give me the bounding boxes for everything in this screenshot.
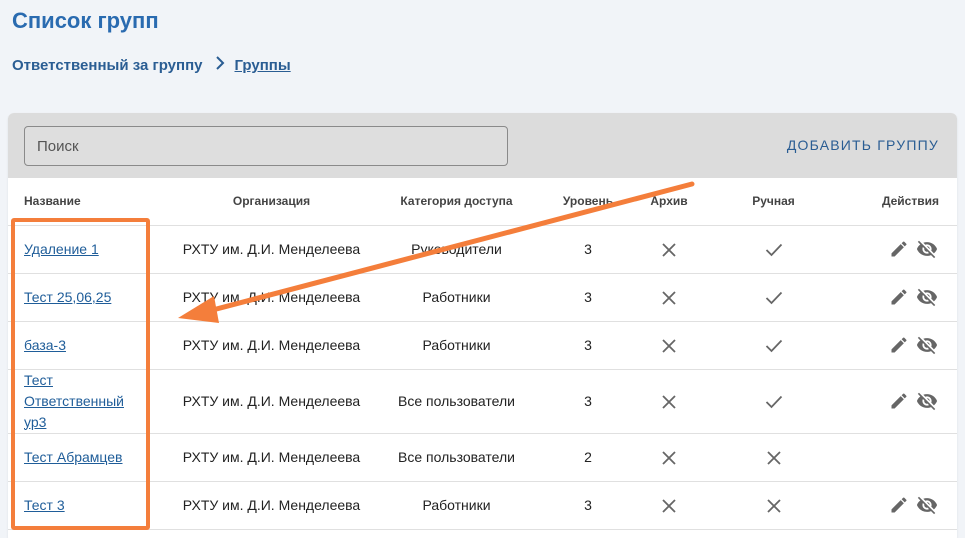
eye-off-icon[interactable]	[915, 334, 939, 356]
manual-cell	[695, 433, 852, 482]
table-row: Удаление 1 РХТУ им. Д.И. Менделеева Руково…	[8, 225, 957, 274]
pencil-icon[interactable]	[889, 335, 909, 355]
group-name-link[interactable]: база-3	[24, 337, 66, 353]
access-category-cell: Все пользователи	[380, 369, 533, 434]
manual-cell	[695, 481, 852, 530]
close-icon	[661, 392, 677, 409]
eye-off-icon[interactable]	[915, 286, 939, 308]
add-group-button[interactable]: ДОБАВИТЬ ГРУППУ	[787, 137, 939, 153]
pencil-icon[interactable]	[889, 287, 909, 307]
close-icon	[661, 336, 677, 353]
table-row: Тест 25,06,25 РХТУ им. Д.И. Менделеева Раб…	[8, 273, 957, 322]
pencil-icon[interactable]	[889, 495, 909, 515]
actions-cell	[852, 433, 957, 482]
manual-cell	[695, 225, 852, 274]
actions-cell	[852, 481, 957, 530]
check-icon	[765, 241, 783, 257]
level-cell: 3	[533, 369, 643, 434]
level-cell: 3	[533, 225, 643, 274]
access-category-cell: Работники	[380, 481, 533, 530]
group-name-link[interactable]: Удаление 1	[24, 241, 99, 257]
pencil-icon[interactable]	[889, 239, 909, 259]
eye-off-icon[interactable]	[915, 238, 939, 260]
level-cell: 3	[533, 481, 643, 530]
header-manual[interactable]: Ручная	[695, 178, 852, 226]
search-input[interactable]	[24, 126, 508, 166]
archive-cell	[643, 273, 695, 322]
actions-cell	[852, 321, 957, 370]
breadcrumb-parent[interactable]: Ответственный за группу	[12, 57, 203, 74]
close-icon	[661, 288, 677, 305]
organization-cell: РХТУ им. Д.И. Менделеева	[163, 321, 380, 370]
level-cell: 2	[533, 433, 643, 482]
archive-cell	[643, 433, 695, 482]
close-icon	[766, 496, 782, 513]
access-category-cell: Руководители	[380, 225, 533, 274]
header-actions: Действия	[852, 178, 957, 226]
level-cell: 3	[533, 321, 643, 370]
chevron-right-icon	[215, 56, 225, 75]
close-icon	[661, 496, 677, 513]
header-organization[interactable]: Организация	[163, 178, 380, 226]
organization-cell: РХТУ им. Д.И. Менделеева	[163, 369, 380, 434]
header-name[interactable]: Название	[8, 178, 163, 226]
eye-off-icon[interactable]	[915, 494, 939, 516]
toolbar: ДОБАВИТЬ ГРУППУ	[8, 113, 957, 178]
table-row: Тест 3 РХТУ им. Д.И. Менделеева Работники 3	[8, 481, 957, 530]
archive-cell	[643, 369, 695, 434]
archive-cell	[643, 225, 695, 274]
manual-cell	[695, 369, 852, 434]
check-icon	[765, 337, 783, 353]
table-header-row: Название Организация Категория доступа У…	[8, 178, 957, 226]
actions-cell	[852, 273, 957, 322]
header-level[interactable]: Уровень	[533, 178, 643, 226]
organization-cell: РХТУ им. Д.И. Менделеева	[163, 273, 380, 322]
breadcrumb: Ответственный за группу Группы	[12, 56, 291, 75]
group-name-link[interactable]: Тест 25,06,25	[24, 289, 111, 305]
level-cell: 3	[533, 273, 643, 322]
table-row: база-3 РХТУ им. Д.И. Менделеева Работники 3	[8, 321, 957, 370]
header-access-category[interactable]: Категория доступа	[380, 178, 533, 226]
group-name-link[interactable]: Тест Абрамцев	[24, 449, 123, 465]
close-icon	[661, 448, 677, 465]
page-title: Список групп	[12, 8, 159, 33]
header-archive[interactable]: Архив	[643, 178, 695, 226]
check-icon	[765, 289, 783, 305]
close-icon	[661, 240, 677, 257]
groups-table: Название Организация Категория доступа У…	[8, 178, 957, 530]
check-icon	[765, 393, 783, 409]
archive-cell	[643, 481, 695, 530]
manual-cell	[695, 321, 852, 370]
organization-cell: РХТУ им. Д.И. Менделеева	[163, 433, 380, 482]
archive-cell	[643, 321, 695, 370]
access-category-cell: Все пользователи	[380, 433, 533, 482]
group-name-link[interactable]: Тест Ответственный ур3	[24, 372, 124, 430]
table-row: Тест Ответственный ур3 РХТУ им. Д.И. Менд…	[8, 369, 957, 434]
access-category-cell: Работники	[380, 321, 533, 370]
breadcrumb-current[interactable]: Группы	[235, 57, 291, 74]
group-name-link[interactable]: Тест 3	[24, 497, 65, 513]
pencil-icon[interactable]	[889, 391, 909, 411]
close-icon	[766, 448, 782, 465]
groups-card: ДОБАВИТЬ ГРУППУ Название Организация Кат…	[8, 113, 957, 538]
actions-cell	[852, 369, 957, 434]
organization-cell: РХТУ им. Д.И. Менделеева	[163, 225, 380, 274]
organization-cell: РХТУ им. Д.И. Менделеева	[163, 481, 380, 530]
manual-cell	[695, 273, 852, 322]
actions-cell	[852, 225, 957, 274]
eye-off-icon[interactable]	[915, 390, 939, 412]
table-row: Тест Абрамцев РХТУ им. Д.И. Менделеева Все…	[8, 433, 957, 482]
access-category-cell: Работники	[380, 273, 533, 322]
